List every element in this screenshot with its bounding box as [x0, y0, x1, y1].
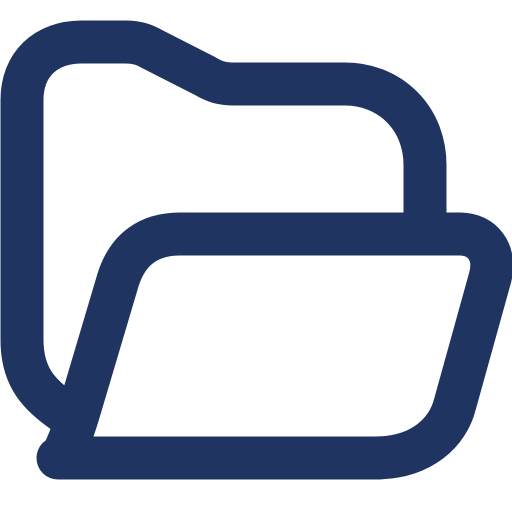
icon-canvas	[0, 0, 512, 512]
folder-open-icon	[0, 20, 512, 480]
folder-front-outline	[36, 212, 512, 480]
